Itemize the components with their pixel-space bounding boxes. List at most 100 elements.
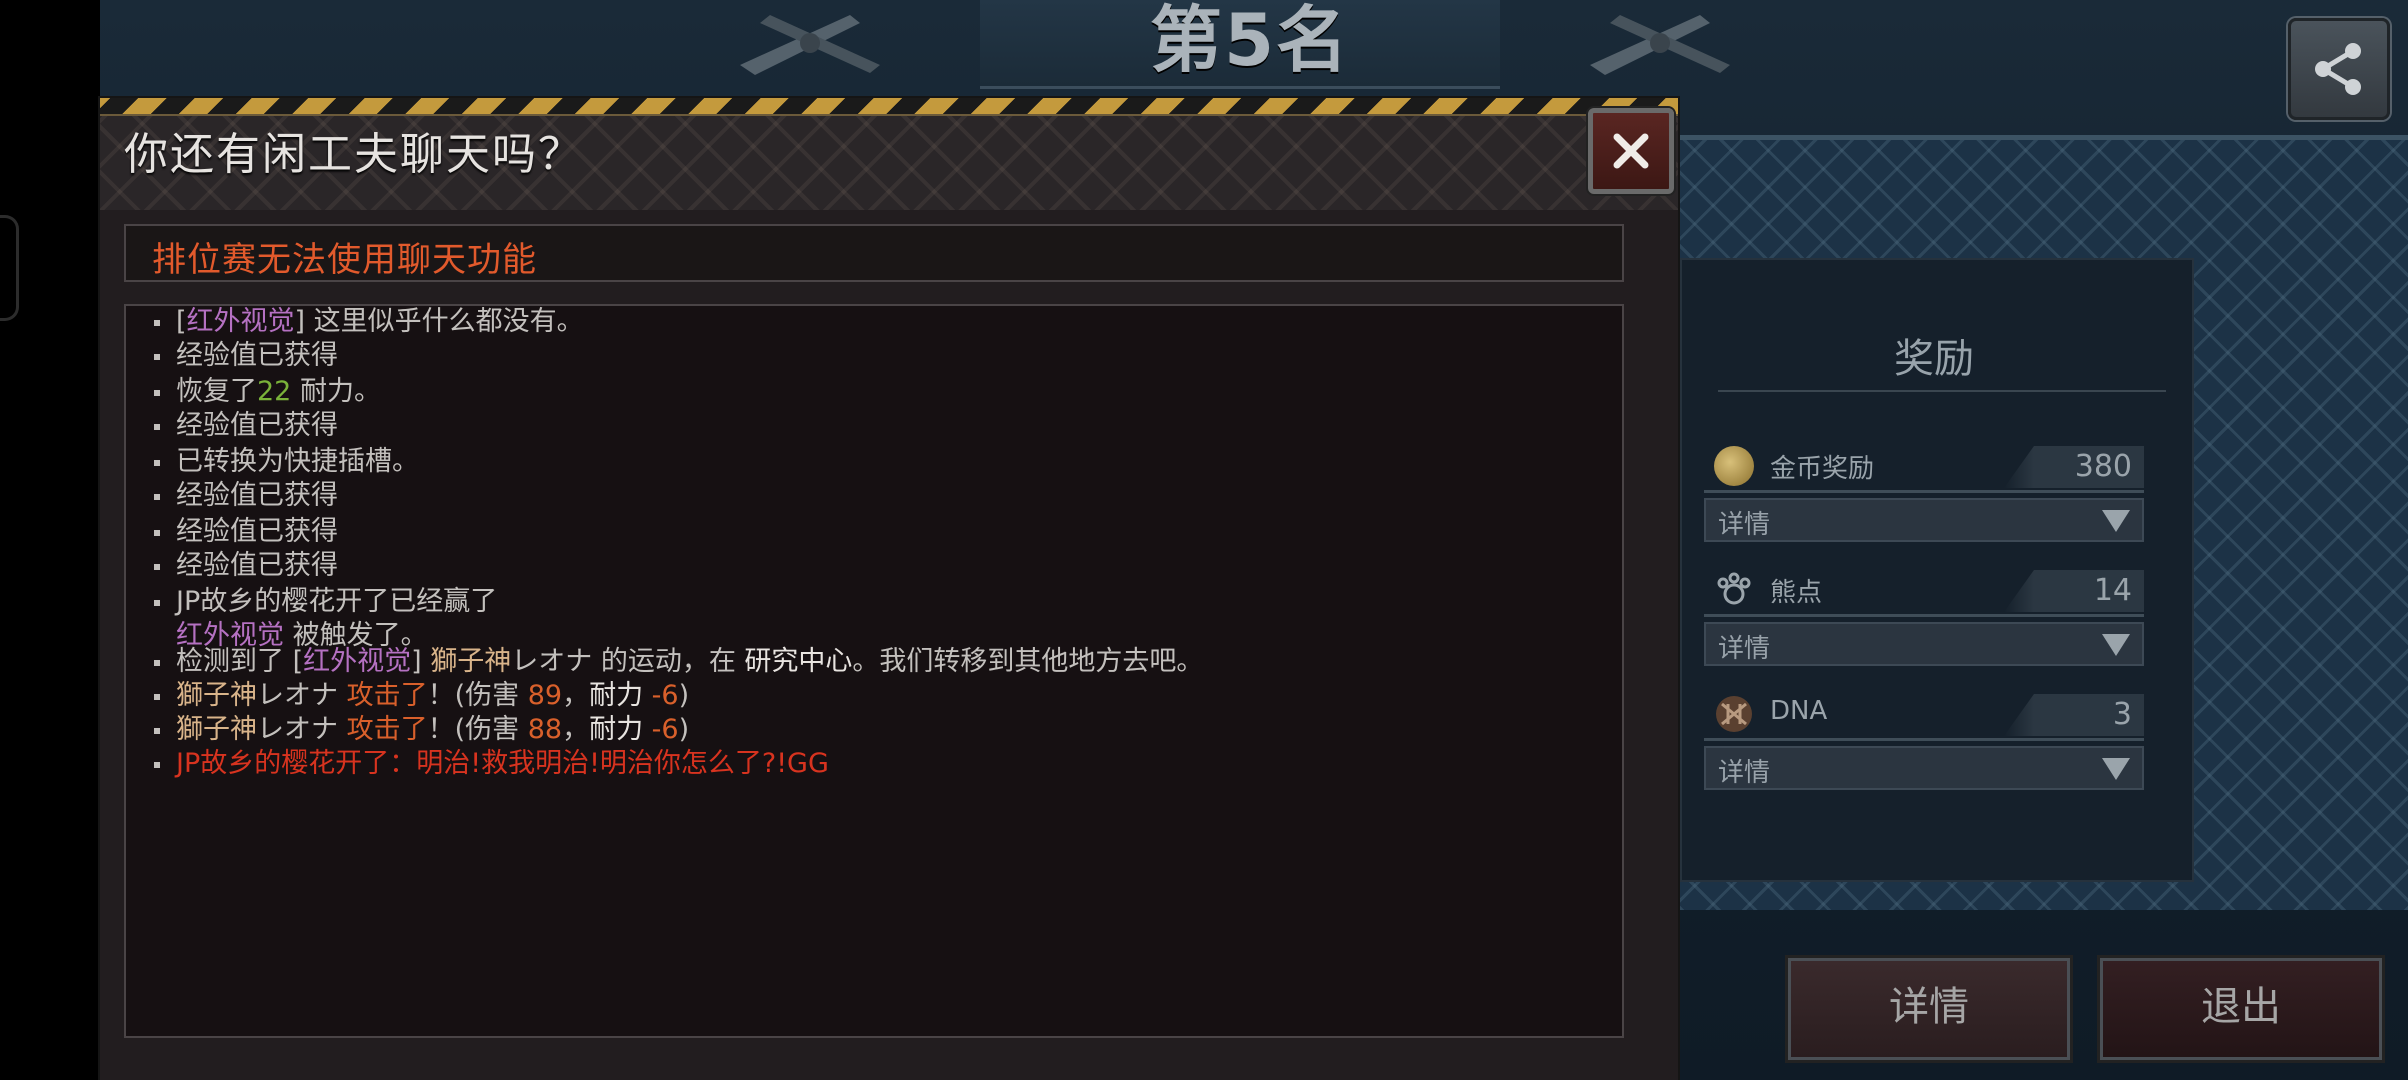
reward-value: 380 bbox=[2004, 446, 2144, 488]
bullet-icon bbox=[154, 563, 160, 570]
reward-value: 3 bbox=[2004, 694, 2144, 736]
share-icon bbox=[2315, 43, 2361, 95]
log-text: 88 bbox=[527, 714, 563, 745]
log-text: 獅子神 bbox=[430, 646, 512, 677]
dna-icon bbox=[1716, 696, 1752, 732]
log-text: 红外视觉 bbox=[186, 306, 295, 337]
log-text: 攻击了 bbox=[346, 680, 428, 711]
reward-title-divider bbox=[1718, 390, 2166, 392]
reward-label: DNA bbox=[1770, 696, 1828, 726]
hazard-stripe-border bbox=[100, 98, 1678, 116]
log-text: 耐力 bbox=[589, 680, 644, 711]
reward-value: 14 bbox=[2004, 570, 2144, 612]
log-text: 耐力 bbox=[589, 714, 644, 745]
log-text: レオナ bbox=[257, 680, 347, 711]
dropdown-label: 详情 bbox=[1718, 510, 1771, 540]
log-text: 22 bbox=[257, 376, 292, 407]
bullet-icon bbox=[154, 727, 160, 734]
log-text: レオナ bbox=[257, 714, 347, 745]
reward-row-gold: 金币奖励 380 bbox=[1704, 442, 2144, 490]
crossed-guns-right-icon bbox=[1590, 15, 1730, 75]
crossed-guns-left-icon bbox=[740, 15, 880, 75]
reward-detail-dropdown-dna[interactable]: 详情 bbox=[1704, 746, 2144, 790]
log-line: 经验值已获得 bbox=[154, 546, 338, 586]
log-text: 。我们转移到其他地方去吧。 bbox=[852, 646, 1204, 677]
log-text: 经验值已获得 bbox=[176, 410, 338, 441]
log-text: レオナ bbox=[511, 646, 593, 677]
log-text: ！(伤害 bbox=[427, 680, 528, 711]
battle-log[interactable]: [红外视觉] 这里似乎什么都没有。 经验值已获得 恢复了22 耐力。 经验值已获得 已转… bbox=[124, 304, 1624, 1038]
log-line: JP故乡的樱花开了：明治!救我明治!明治你怎么了?!GG bbox=[154, 744, 829, 784]
bullet-icon bbox=[154, 693, 160, 700]
chevron-down-icon bbox=[2102, 510, 2130, 532]
coin-icon bbox=[1714, 446, 1754, 486]
bullet-icon bbox=[154, 529, 160, 536]
reward-divider bbox=[1704, 738, 2144, 741]
close-button[interactable] bbox=[1588, 108, 1674, 194]
log-text: -6 bbox=[651, 714, 679, 745]
log-text: JP故乡的樱花开了：明治!救我明治!明治你怎么了?!GG bbox=[176, 748, 829, 779]
bullet-icon bbox=[154, 493, 160, 500]
log-text: 已转换为快捷插槽。 bbox=[176, 446, 419, 477]
reward-row-bear-points: 熊点 14 bbox=[1704, 566, 2144, 614]
dialog-title: 你还有闲工夫聊天吗？ bbox=[124, 129, 584, 180]
log-text: 的运动，在 bbox=[592, 646, 745, 677]
bullet-icon bbox=[154, 599, 160, 606]
log-text: ， bbox=[562, 714, 590, 745]
log-text: 獅子神 bbox=[176, 680, 257, 711]
reward-divider bbox=[1704, 490, 2144, 493]
log-text: [ bbox=[176, 306, 187, 337]
log-text: 检测到了 [ bbox=[176, 646, 304, 677]
close-icon bbox=[1613, 133, 1649, 169]
bullet-icon bbox=[154, 353, 160, 360]
log-text: ， bbox=[562, 680, 590, 711]
reward-label: 金币奖励 bbox=[1770, 454, 1875, 484]
bullet-icon bbox=[154, 389, 160, 396]
log-text: 经验值已获得 bbox=[176, 340, 338, 371]
reward-detail-dropdown-gold[interactable]: 详情 bbox=[1704, 498, 2144, 542]
log-text: 恢复了 bbox=[176, 376, 257, 407]
reward-label: 熊点 bbox=[1770, 578, 1823, 608]
log-text: ) bbox=[678, 680, 690, 711]
log-text: 红外视觉 bbox=[303, 646, 412, 677]
log-text: ] bbox=[411, 646, 431, 677]
log-line: 经验值已获得 bbox=[154, 406, 338, 446]
dropdown-label: 详情 bbox=[1718, 634, 1771, 664]
log-text: 研究中心 bbox=[744, 646, 853, 677]
reward-title: 奖励 bbox=[1894, 336, 1974, 382]
chat-disabled-notice: 排位赛无法使用聊天功能 bbox=[124, 224, 1624, 282]
notice-text: 排位赛无法使用聊天功能 bbox=[152, 240, 537, 280]
bullet-icon bbox=[154, 319, 160, 326]
bullet-icon bbox=[154, 761, 160, 768]
chevron-down-icon bbox=[2102, 634, 2130, 656]
details-button[interactable]: 详情 bbox=[1788, 958, 2070, 1060]
log-text: JP故乡的樱花开了已经赢了 bbox=[176, 586, 498, 617]
reward-row-dna: DNA 3 bbox=[1704, 690, 2144, 738]
bullet-icon bbox=[154, 659, 160, 666]
log-text: ！(伤害 bbox=[427, 714, 528, 745]
reward-divider bbox=[1704, 614, 2144, 617]
log-text: 攻击了 bbox=[346, 714, 428, 745]
log-text: 经验值已获得 bbox=[176, 516, 338, 547]
bullet-icon bbox=[154, 423, 160, 430]
bullet-icon bbox=[154, 459, 160, 466]
log-text: 经验值已获得 bbox=[176, 480, 338, 511]
share-button[interactable] bbox=[2288, 18, 2390, 120]
log-text: ] 这里似乎什么都没有。 bbox=[294, 306, 584, 337]
exit-button[interactable]: 退出 bbox=[2100, 958, 2382, 1060]
bear-paw-icon bbox=[1717, 572, 1751, 605]
chevron-down-icon bbox=[2102, 758, 2130, 780]
log-text: 经验值已获得 bbox=[176, 550, 338, 581]
rank-title: 第5名 bbox=[1149, 0, 1351, 82]
reward-detail-dropdown-bear-points[interactable]: 详情 bbox=[1704, 622, 2144, 666]
log-text: 耐力。 bbox=[291, 376, 381, 407]
log-text: ) bbox=[678, 714, 690, 745]
log-line: 经验值已获得 bbox=[154, 336, 338, 376]
edge-handle[interactable] bbox=[0, 215, 19, 321]
log-line: 经验值已获得 bbox=[154, 476, 338, 516]
log-text: 89 bbox=[527, 680, 563, 711]
system-edge-bar bbox=[0, 0, 100, 1080]
log-text: 獅子神 bbox=[176, 714, 257, 745]
